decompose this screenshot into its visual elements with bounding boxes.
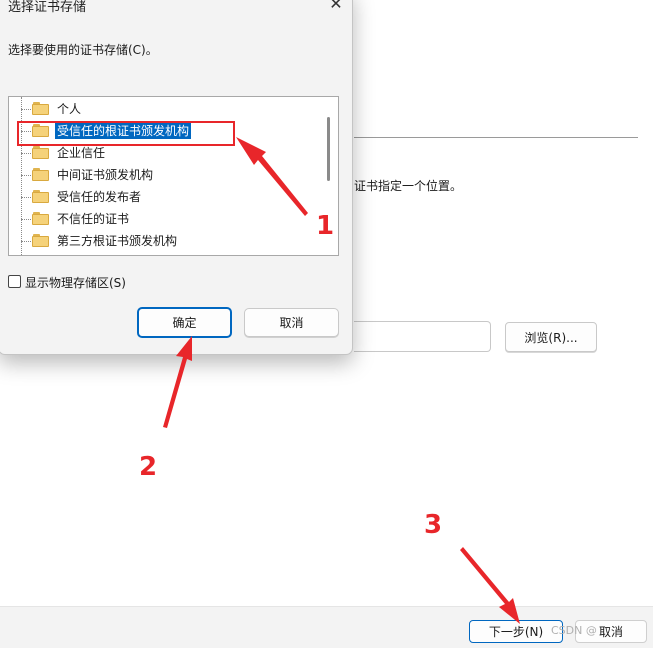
- dialog-prompt: 选择要使用的证书存储(C)。: [8, 43, 158, 57]
- tree-item-label: 第三方根证书颁发机构: [57, 234, 178, 248]
- folder-icon: [32, 234, 49, 247]
- tree-item-third-party-root[interactable]: 第三方根证书颁发机构: [9, 231, 329, 251]
- step-number-2: 2: [139, 452, 158, 482]
- tree-item-untrusted[interactable]: 不信任的证书: [9, 209, 329, 229]
- tree-item-label: 不信任的证书: [57, 212, 130, 226]
- wizard-instruction: 证书指定一个位置。: [354, 179, 463, 193]
- folder-icon: [32, 190, 49, 203]
- show-physical-checkbox[interactable]: [8, 275, 21, 288]
- browse-button[interactable]: 浏览(R)...: [505, 322, 597, 352]
- dialog-title: 选择证书存储: [8, 0, 87, 15]
- wizard-divider: [354, 137, 638, 138]
- step-number-3: 3: [424, 510, 443, 540]
- show-physical-label: 显示物理存储区(S): [25, 276, 126, 290]
- highlight-box: [17, 121, 235, 146]
- watermark: CSDN @: [551, 624, 597, 637]
- tree-item-label: 中间证书颁发机构: [57, 168, 154, 182]
- folder-icon: [32, 102, 49, 115]
- tree-item-enterprise-trust[interactable]: 企业信任: [9, 143, 329, 163]
- tree-item-label: 个人: [57, 102, 82, 116]
- tree-item-label: 企业信任: [57, 146, 106, 160]
- folder-icon: [32, 212, 49, 225]
- next-button[interactable]: 下一步(N): [469, 620, 563, 643]
- folder-icon: [32, 168, 49, 181]
- tree-item-label: 受信任的发布者: [57, 190, 142, 204]
- dialog-cancel-button[interactable]: 取消: [244, 308, 339, 337]
- step-number-1: 1: [316, 211, 335, 241]
- tree-item-trusted-publishers[interactable]: 受信任的发布者: [9, 187, 329, 207]
- folder-icon: [32, 146, 49, 159]
- tree-item-intermediate-ca[interactable]: 中间证书颁发机构: [9, 165, 329, 185]
- close-icon[interactable]: ✕: [326, 0, 346, 13]
- certificate-store-tree[interactable]: 个人 受信任的根证书颁发机构 企业信任 中间证书颁发机构 受信任的发布者 不信任…: [8, 96, 339, 256]
- ok-button[interactable]: 确定: [137, 307, 232, 338]
- store-path-input[interactable]: [354, 321, 491, 352]
- tree-item-personal[interactable]: 个人: [9, 99, 329, 119]
- tree-scrollbar[interactable]: [327, 117, 330, 181]
